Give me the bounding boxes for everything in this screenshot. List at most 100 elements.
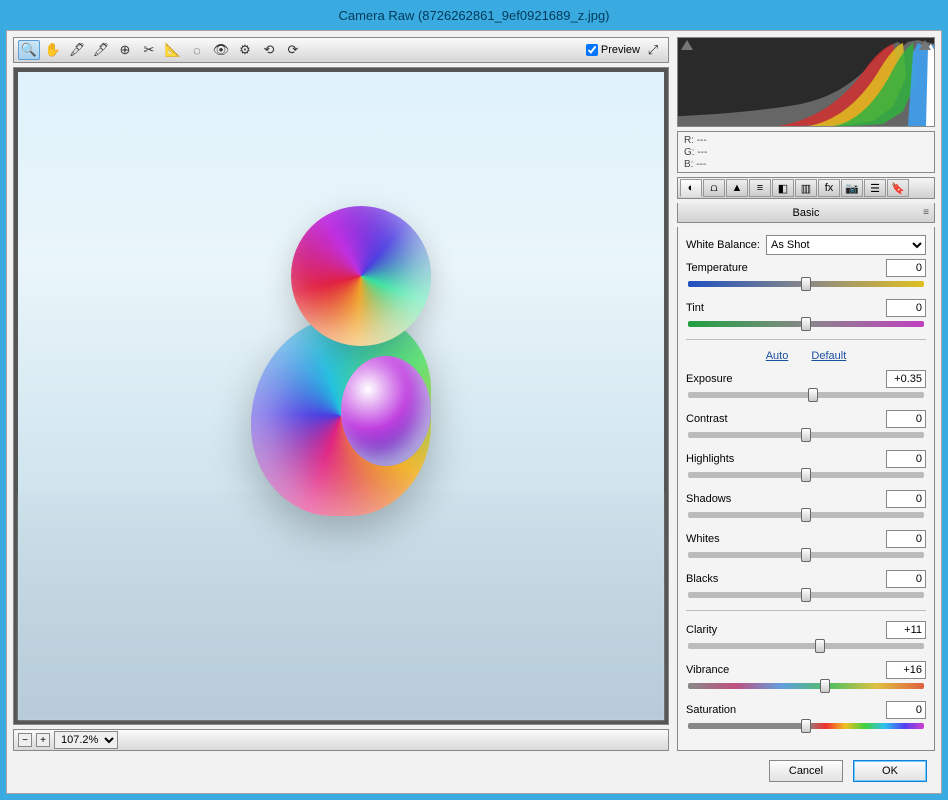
redeye-tool-icon[interactable]: 👁 xyxy=(210,40,232,60)
blacks-value-input[interactable] xyxy=(886,570,926,588)
spot-removal-icon[interactable]: ◌ xyxy=(186,40,208,60)
highlights-track[interactable] xyxy=(688,472,924,478)
vibrance-value-input[interactable] xyxy=(886,661,926,679)
rotate-cw-icon[interactable]: ⟳ xyxy=(282,40,304,60)
histogram-svg xyxy=(678,38,934,126)
tab-lens[interactable]: ▥ xyxy=(795,179,817,197)
shadow-clip-icon[interactable] xyxy=(681,40,693,50)
whites-value-input[interactable] xyxy=(886,530,926,548)
zoom-in-button[interactable]: + xyxy=(36,733,50,747)
tab-snapshots[interactable]: 🔖 xyxy=(887,179,909,197)
clarity-value-input[interactable] xyxy=(886,621,926,639)
vibrance-label: Vibrance xyxy=(686,664,729,676)
crop-tool-icon[interactable]: ✂ xyxy=(138,40,160,60)
auto-default-links: Auto Default xyxy=(686,350,926,362)
fullscreen-toggle-icon[interactable]: ⤢ xyxy=(642,40,664,60)
content-area: 🔍 ✋ 🖋 🖊 ⊕ ✂ 📐 ◌ 👁 ⚙ ⟲ ⟳ Preview xyxy=(6,30,942,794)
temperature-slider: Temperature xyxy=(686,259,926,287)
shadows-thumb[interactable] xyxy=(801,508,811,522)
basic-panel: White Balance: As Shot Temperature Tint … xyxy=(677,227,935,751)
zoom-bar: − + 107.2% xyxy=(13,729,669,751)
zoom-select[interactable]: 107.2% xyxy=(54,731,118,749)
vibrance-slider: Vibrance xyxy=(686,661,926,689)
shadows-value-input[interactable] xyxy=(886,490,926,508)
temperature-label: Temperature xyxy=(686,262,748,274)
histogram[interactable] xyxy=(677,37,935,127)
temperature-thumb[interactable] xyxy=(801,277,811,291)
temperature-value-input[interactable] xyxy=(886,259,926,277)
tint-label: Tint xyxy=(686,302,704,314)
exposure-slider: Exposure xyxy=(686,370,926,398)
tab-fx[interactable]: fx xyxy=(818,179,840,197)
rotate-ccw-icon[interactable]: ⟲ xyxy=(258,40,280,60)
highlights-value-input[interactable] xyxy=(886,450,926,468)
whites-thumb[interactable] xyxy=(801,548,811,562)
color-sampler-icon[interactable]: 🖊 xyxy=(90,40,112,60)
vibrance-track[interactable] xyxy=(688,683,924,689)
hand-tool-icon[interactable]: ✋ xyxy=(42,40,64,60)
tint-track[interactable] xyxy=(688,321,924,327)
tab-calibration[interactable]: 📷 xyxy=(841,179,863,197)
tool-toolbar: 🔍 ✋ 🖋 🖊 ⊕ ✂ 📐 ◌ 👁 ⚙ ⟲ ⟳ Preview xyxy=(13,37,669,63)
auto-link[interactable]: Auto xyxy=(766,350,789,362)
clarity-slider: Clarity xyxy=(686,621,926,649)
tab-presets[interactable]: ☰ xyxy=(864,179,886,197)
wb-eyedropper-icon[interactable]: 🖋 xyxy=(66,40,88,60)
rgb-g: G: --- xyxy=(684,147,744,159)
highlights-label: Highlights xyxy=(686,453,734,465)
preview-canvas xyxy=(18,72,664,720)
exposure-value-input[interactable] xyxy=(886,370,926,388)
prefs-icon[interactable]: ⚙ xyxy=(234,40,256,60)
tab-curve[interactable]: ⩍ xyxy=(703,179,725,197)
vibrance-thumb[interactable] xyxy=(820,679,830,693)
left-column: 🔍 ✋ 🖋 🖊 ⊕ ✂ 📐 ◌ 👁 ⚙ ⟲ ⟳ Preview xyxy=(13,37,669,751)
tab-split[interactable]: ◧ xyxy=(772,179,794,197)
saturation-label: Saturation xyxy=(686,704,736,716)
shadows-track[interactable] xyxy=(688,512,924,518)
blacks-thumb[interactable] xyxy=(801,588,811,602)
highlights-slider: Highlights xyxy=(686,450,926,478)
tab-detail[interactable]: ▲ xyxy=(726,179,748,197)
wb-label: White Balance: xyxy=(686,239,760,251)
highlight-clip-icon[interactable] xyxy=(919,40,931,50)
image-preview[interactable] xyxy=(13,67,669,725)
blacks-label: Blacks xyxy=(686,573,718,585)
targeted-adjust-icon[interactable]: ⊕ xyxy=(114,40,136,60)
contrast-track[interactable] xyxy=(688,432,924,438)
ok-button[interactable]: OK xyxy=(853,760,927,782)
straighten-tool-icon[interactable]: 📐 xyxy=(162,40,184,60)
saturation-thumb[interactable] xyxy=(801,719,811,733)
tab-hsl[interactable]: ≡ xyxy=(749,179,771,197)
highlights-thumb[interactable] xyxy=(801,468,811,482)
tint-thumb[interactable] xyxy=(801,317,811,331)
temperature-track[interactable] xyxy=(688,281,924,287)
main-area: 🔍 ✋ 🖋 🖊 ⊕ ✂ 📐 ◌ 👁 ⚙ ⟲ ⟳ Preview xyxy=(13,37,935,751)
clarity-thumb[interactable] xyxy=(815,639,825,653)
default-link[interactable]: Default xyxy=(811,350,846,362)
panel-menu-icon[interactable]: ≡ xyxy=(923,207,930,218)
zoom-out-button[interactable]: − xyxy=(18,733,32,747)
whites-label: Whites xyxy=(686,533,720,545)
blacks-track[interactable] xyxy=(688,592,924,598)
contrast-thumb[interactable] xyxy=(801,428,811,442)
shadows-label: Shadows xyxy=(686,493,731,505)
whites-slider: Whites xyxy=(686,530,926,558)
saturation-track[interactable] xyxy=(688,723,924,729)
wb-select[interactable]: As Shot xyxy=(766,235,926,255)
preview-checkbox[interactable]: Preview xyxy=(586,44,640,56)
cancel-button[interactable]: Cancel xyxy=(769,760,843,782)
zoom-tool-icon[interactable]: 🔍 xyxy=(18,40,40,60)
rgb-b: B: --- xyxy=(684,159,744,171)
clarity-track[interactable] xyxy=(688,643,924,649)
tint-value-input[interactable] xyxy=(886,299,926,317)
whites-track[interactable] xyxy=(688,552,924,558)
exposure-track[interactable] xyxy=(688,392,924,398)
contrast-value-input[interactable] xyxy=(886,410,926,428)
titlebar: Camera Raw (8726262861_9ef0921689_z.jpg) xyxy=(0,0,948,30)
preview-label: Preview xyxy=(601,44,640,56)
window-title: Camera Raw (8726262861_9ef0921689_z.jpg) xyxy=(338,8,609,23)
tab-basic[interactable]: ◐ xyxy=(680,179,702,197)
preview-checkbox-input[interactable] xyxy=(586,44,598,56)
exposure-thumb[interactable] xyxy=(808,388,818,402)
saturation-value-input[interactable] xyxy=(886,701,926,719)
